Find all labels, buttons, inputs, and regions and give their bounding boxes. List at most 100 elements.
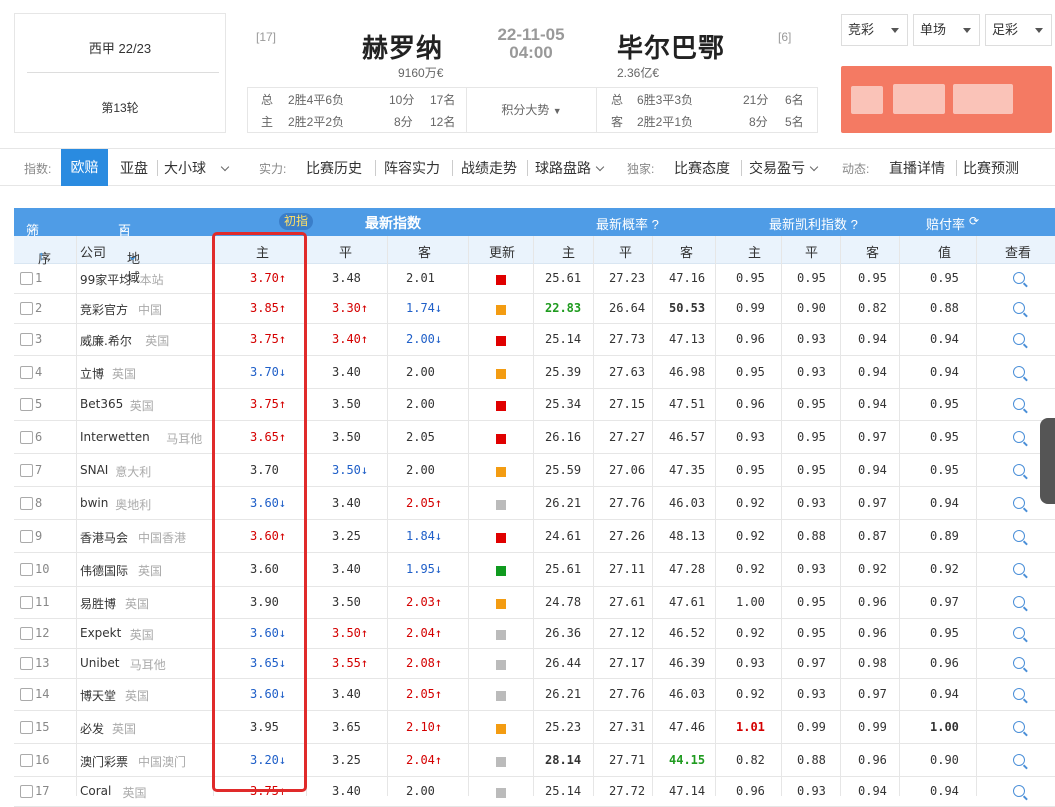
kelly-draw: 0.95: [797, 463, 826, 477]
search-icon[interactable]: [1013, 754, 1025, 766]
col-kelly-home: 主: [748, 245, 762, 260]
tab-handicap-record[interactable]: 球路盘路: [535, 158, 605, 178]
prob-away: 47.61: [669, 595, 706, 609]
tab-over-under[interactable]: 大小球: [164, 158, 230, 178]
row-checkbox[interactable]: [20, 272, 33, 285]
search-icon[interactable]: [1013, 431, 1025, 443]
row-checkbox[interactable]: [20, 563, 33, 576]
company-name[interactable]: bwin: [80, 496, 108, 510]
search-icon[interactable]: [1013, 627, 1025, 639]
payout-value: 0.95: [930, 626, 959, 640]
tab-europe-odds[interactable]: 欧赔: [61, 149, 108, 186]
company-name[interactable]: 必发: [80, 720, 104, 737]
league-name[interactable]: 西甲 22/23: [15, 38, 225, 57]
row-checkbox[interactable]: [20, 627, 33, 640]
prob-home: 26.21: [545, 496, 582, 510]
search-icon[interactable]: [1013, 333, 1025, 345]
search-icon[interactable]: [1013, 688, 1025, 700]
refresh-icon[interactable]: ⟳: [969, 214, 979, 228]
initial-odds-toggle[interactable]: 初指: [279, 213, 314, 230]
search-icon[interactable]: [1013, 785, 1025, 797]
tab-match-prediction[interactable]: 比赛预测: [963, 158, 1019, 178]
company-name[interactable]: 99家平均: [80, 271, 131, 288]
tab-trade-pnl[interactable]: 交易盈亏: [749, 158, 819, 178]
stat-pos: 6名: [785, 93, 804, 107]
row-number: 3: [35, 332, 43, 346]
col-prob-away: 客: [680, 245, 694, 260]
company-name[interactable]: 威廉.希尔: [80, 332, 132, 349]
row-checkbox[interactable]: [20, 398, 33, 411]
tab-squad-strength[interactable]: 阵容实力: [384, 158, 440, 178]
row-checkbox[interactable]: [20, 721, 33, 734]
draw-odds: 3.40: [332, 687, 361, 701]
col-kelly-away: 客: [866, 245, 880, 260]
company-name[interactable]: Interwetten: [80, 430, 150, 444]
search-icon[interactable]: [1013, 530, 1025, 542]
row-checkbox[interactable]: [20, 431, 33, 444]
company-name[interactable]: 伟德国际: [80, 562, 128, 579]
company-name[interactable]: 竞彩官方: [80, 301, 128, 318]
tab-match-history[interactable]: 比赛历史: [306, 158, 362, 178]
row-checkbox[interactable]: [20, 657, 33, 670]
tab-live-detail[interactable]: 直播详情: [889, 158, 945, 178]
away-team-value: 2.36亿€: [617, 66, 660, 80]
search-icon[interactable]: [1013, 721, 1025, 733]
search-icon[interactable]: [1013, 302, 1025, 314]
company-name[interactable]: Unibet: [80, 656, 119, 670]
search-icon[interactable]: [1013, 657, 1025, 669]
col-prob-draw: 平: [619, 245, 633, 260]
company-name[interactable]: 博天堂: [80, 687, 116, 704]
sport-select[interactable]: 足彩: [985, 14, 1052, 46]
lottery-type-select[interactable]: 竞彩: [841, 14, 908, 46]
divider: [452, 160, 453, 176]
table-row: 2 竞彩官方 中国 3.85↑ 3.30↑ 1.74↓ 22.83 26.64 50.53 0.9…: [14, 294, 1055, 324]
row-checkbox[interactable]: [20, 688, 33, 701]
row-number: 13: [35, 656, 50, 670]
away-team-name[interactable]: 毕尔巴鄂: [617, 28, 725, 65]
prob-draw: 26.64: [609, 301, 646, 315]
away-odds: 2.04↑: [406, 626, 443, 640]
company-name[interactable]: SNAI: [80, 463, 108, 477]
payout-value: 0.96: [930, 656, 959, 670]
company-name[interactable]: 香港马会: [80, 529, 128, 546]
latest-prob-title[interactable]: 最新概率 ?: [596, 214, 659, 233]
company-name[interactable]: 澳门彩票: [80, 753, 128, 770]
stat-points: 10分: [389, 93, 415, 107]
play-type-select[interactable]: 单场: [913, 14, 980, 46]
home-stats: 总 2胜4平6负 10分 17名 主 2胜2平2负 8分 12名: [247, 87, 467, 133]
chevron-down-icon: ⌄: [26, 220, 37, 235]
company-region: 英国: [138, 564, 163, 578]
company-region: 中国香港: [138, 531, 187, 545]
tab-form-trend[interactable]: 战绩走势: [461, 158, 517, 178]
search-icon[interactable]: [1013, 563, 1025, 575]
tab-match-attitude[interactable]: 比赛态度: [674, 158, 730, 178]
row-checkbox[interactable]: [20, 497, 33, 510]
row-checkbox[interactable]: [20, 333, 33, 346]
row-checkbox[interactable]: [20, 596, 33, 609]
search-icon[interactable]: [1013, 497, 1025, 509]
home-team-name[interactable]: 赫罗纳: [362, 28, 443, 65]
search-icon[interactable]: [1013, 366, 1025, 378]
company-name[interactable]: Bet365: [80, 397, 123, 411]
side-feedback-tab[interactable]: [1040, 418, 1055, 504]
row-checkbox[interactable]: [20, 785, 33, 798]
company-name[interactable]: 易胜博: [80, 595, 116, 612]
payout-value: 0.90: [930, 753, 959, 767]
table-row: 4 立博 英国 3.70↓ 3.40 2.00 25.39 27.63 46.98 0.95 0.9…: [14, 356, 1055, 389]
row-checkbox[interactable]: [20, 464, 33, 477]
row-checkbox[interactable]: [20, 530, 33, 543]
points-trend-dropdown[interactable]: 积分大势 ▼: [466, 87, 597, 133]
ad-banner[interactable]: [841, 66, 1052, 133]
col-away: 客: [418, 245, 432, 260]
row-checkbox[interactable]: [20, 302, 33, 315]
row-checkbox[interactable]: [20, 366, 33, 379]
search-icon[interactable]: [1013, 272, 1025, 284]
search-icon[interactable]: [1013, 596, 1025, 608]
company-name[interactable]: 立博: [80, 365, 104, 382]
row-checkbox[interactable]: [20, 754, 33, 767]
company-name[interactable]: Expekt: [80, 626, 121, 640]
search-icon[interactable]: [1013, 398, 1025, 410]
latest-kelly-title[interactable]: 最新凯利指数 ?: [769, 214, 858, 233]
search-icon[interactable]: [1013, 464, 1025, 476]
tab-asian-handicap[interactable]: 亚盘: [120, 158, 148, 178]
